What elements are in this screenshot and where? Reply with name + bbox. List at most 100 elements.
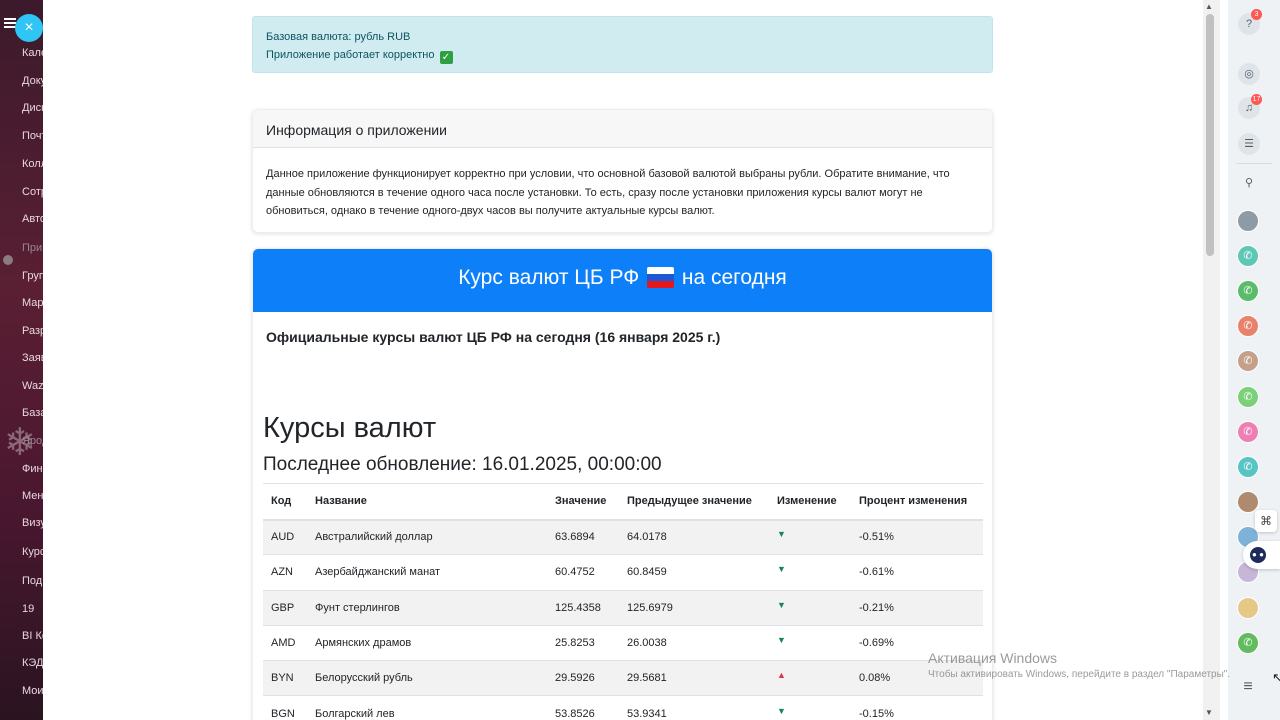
percent-change: -0.51% bbox=[851, 519, 983, 556]
percent-change: -0.61% bbox=[851, 554, 983, 591]
currency-code: GBP bbox=[263, 590, 307, 626]
avatar[interactable] bbox=[1237, 491, 1259, 513]
sidebar-item[interactable]: Курс bbox=[22, 546, 43, 558]
left-sidebar: ❄ КалеДокуДискПочтКоллСотрАвтоПриГрупМар… bbox=[0, 0, 43, 720]
avatar[interactable] bbox=[1237, 210, 1259, 232]
search-icon[interactable]: ⚲ bbox=[1238, 172, 1260, 194]
currency-name: Армянских драмов bbox=[307, 625, 547, 662]
currency-value: 60.4752 bbox=[547, 554, 619, 591]
sidebar-item[interactable]: Колл bbox=[22, 158, 43, 170]
info-card-title: Информация о приложении bbox=[253, 110, 992, 148]
call-avatar-icon[interactable]: ✆ bbox=[1237, 245, 1259, 267]
currency-code: BYN bbox=[263, 660, 307, 697]
assistant-button[interactable]: ● ● bbox=[1243, 541, 1280, 569]
right-panel: ? 3 ◎ ♫ 17 ☰ ⚲ ✆ ✆ ✆ ✆ ✆ ✆ ✆ ✆ bbox=[1228, 0, 1280, 720]
sidebar-item[interactable]: Авто bbox=[22, 213, 43, 225]
status-alert: Базовая валюта: рубль RUB Приложение раб… bbox=[252, 16, 993, 73]
table-row: BYN Белорусский рубль 29.5926 29.5681 ▲ 0.08% bbox=[263, 660, 983, 697]
sidebar-item[interactable]: Почт bbox=[22, 130, 43, 142]
sidebar-item[interactable]: Заяв bbox=[22, 352, 43, 364]
sidebar-item[interactable]: Визу bbox=[22, 517, 43, 529]
sidebar-item[interactable]: Груп bbox=[22, 270, 43, 282]
call-avatar-icon[interactable]: ✆ bbox=[1237, 386, 1259, 408]
currency-code: AUD bbox=[263, 519, 307, 556]
sidebar-item[interactable]: Разр bbox=[22, 325, 43, 337]
call-avatar-icon[interactable]: ✆ bbox=[1237, 280, 1259, 302]
arrow-down-icon: ▼ bbox=[777, 599, 786, 610]
activation-title: Активация Windows bbox=[928, 650, 1058, 666]
avatar[interactable] bbox=[1237, 597, 1259, 619]
sidebar-item[interactable]: Доку bbox=[22, 75, 43, 87]
command-icon[interactable]: ⌘ bbox=[1255, 510, 1277, 532]
currency-name: Азербайджанский манат bbox=[307, 554, 547, 591]
previous-value: 53.9341 bbox=[619, 695, 769, 720]
app-status-text: Приложение работает корректно bbox=[266, 49, 435, 61]
currency-value: 25.8253 bbox=[547, 625, 619, 662]
currency-name: Австралийский доллар bbox=[307, 519, 547, 556]
sidebar-item[interactable]: Сотр bbox=[22, 186, 43, 198]
scroll-down-arrow-icon[interactable]: ▼ bbox=[1205, 708, 1213, 717]
currency-value: 53.8526 bbox=[547, 695, 619, 720]
call-avatar-icon[interactable]: ✆ bbox=[1237, 315, 1259, 337]
table-row: BGN Болгарский лев 53.8526 53.9341 ▼ -0.15% bbox=[263, 695, 983, 720]
sidebar-item[interactable]: Мен bbox=[22, 490, 43, 502]
close-button[interactable]: × bbox=[15, 14, 43, 42]
sidebar-item[interactable]: Фина bbox=[22, 463, 43, 475]
column-header: Название bbox=[307, 483, 547, 521]
table-row: GBP Фунт стерлингов 125.4358 125.6979 ▼ -0.21… bbox=[263, 590, 983, 626]
banner-suffix: на сегодня bbox=[681, 266, 787, 289]
assistant-icon: ● ● bbox=[1250, 547, 1266, 563]
scroll-up-arrow-icon[interactable]: ▲ bbox=[1205, 2, 1213, 11]
rates-banner: Курс валют ЦБ РФ на сегодня bbox=[253, 249, 992, 312]
currency-code: AZN bbox=[263, 554, 307, 591]
change-cell: ▼ bbox=[769, 625, 851, 662]
sidebar-item[interactable]: При bbox=[22, 242, 42, 254]
arrow-down-icon: ▼ bbox=[777, 705, 786, 716]
sidebar-item[interactable]: КЭДО bbox=[22, 657, 43, 669]
currency-value: 125.4358 bbox=[547, 590, 619, 626]
sidebar-item[interactable]: Мои bbox=[22, 685, 43, 697]
previous-value: 60.8459 bbox=[619, 554, 769, 591]
arrow-up-icon: ▲ bbox=[777, 670, 786, 681]
currency-name: Фунт стерлингов bbox=[307, 590, 547, 626]
windows-activation-watermark: Активация Windows Чтобы активировать Win… bbox=[928, 650, 1230, 680]
target-icon[interactable]: ◎ bbox=[1238, 63, 1260, 85]
russia-flag-icon bbox=[647, 267, 675, 288]
change-cell: ▼ bbox=[769, 590, 851, 626]
change-cell: ▼ bbox=[769, 519, 851, 556]
call-avatar-icon[interactable]: ✆ bbox=[1237, 632, 1259, 654]
call-avatar-icon[interactable]: ✆ bbox=[1237, 350, 1259, 372]
app-info-card: Информация о приложении Данное приложени… bbox=[252, 109, 993, 233]
call-avatar-icon[interactable]: ✆ bbox=[1237, 456, 1259, 478]
app-status-line: Приложение работает корректно ✓ bbox=[266, 46, 979, 64]
sidebar-item[interactable]: Wazz bbox=[22, 380, 43, 392]
column-header: Предыдущее значение bbox=[619, 483, 769, 521]
sidebar-item[interactable]: Диск bbox=[22, 102, 43, 114]
change-cell: ▲ bbox=[769, 660, 851, 697]
official-rates-title: Официальные курсы валют ЦБ РФ на сегодня… bbox=[266, 329, 721, 345]
sidebar-item[interactable]: 19 bbox=[22, 603, 34, 615]
sidebar-item[interactable]: Мар bbox=[22, 297, 43, 309]
panel-menu-icon[interactable]: ≡ bbox=[1237, 678, 1259, 698]
sidebar-item[interactable]: Ярод bbox=[22, 435, 43, 447]
previous-value: 29.5681 bbox=[619, 660, 769, 697]
currency-code: AMD bbox=[263, 625, 307, 662]
table-row: AMD Армянских драмов 25.8253 26.0038 ▼ -0.69% bbox=[263, 625, 983, 662]
base-currency-text: Базовая валюта: рубль RUB bbox=[266, 31, 411, 43]
sidebar-item[interactable]: База bbox=[22, 407, 43, 419]
currency-code: BGN bbox=[263, 695, 307, 720]
currency-name: Белорусский рубль bbox=[307, 660, 547, 697]
call-avatar-icon[interactable]: ✆ bbox=[1237, 421, 1259, 443]
info-card-body: Данное приложение функционирует корректн… bbox=[266, 168, 950, 217]
banner-title: Курс валют ЦБ РФ bbox=[458, 266, 640, 289]
currency-value: 63.6894 bbox=[547, 519, 619, 556]
scrollbar-thumb[interactable] bbox=[1206, 14, 1214, 256]
change-cell: ▼ bbox=[769, 554, 851, 591]
previous-value: 64.0178 bbox=[619, 519, 769, 556]
sidebar-item[interactable]: BI Ко bbox=[22, 630, 43, 642]
last-update-text: Последнее обновление: 16.01.2025, 00:00:… bbox=[263, 454, 662, 475]
sidebar-item[interactable]: Подп bbox=[22, 575, 43, 587]
sidebar-item[interactable]: Кале bbox=[22, 47, 43, 59]
chat-list-icon[interactable]: ☰ bbox=[1238, 133, 1260, 155]
mouse-cursor-icon: ↖ bbox=[1272, 670, 1280, 685]
